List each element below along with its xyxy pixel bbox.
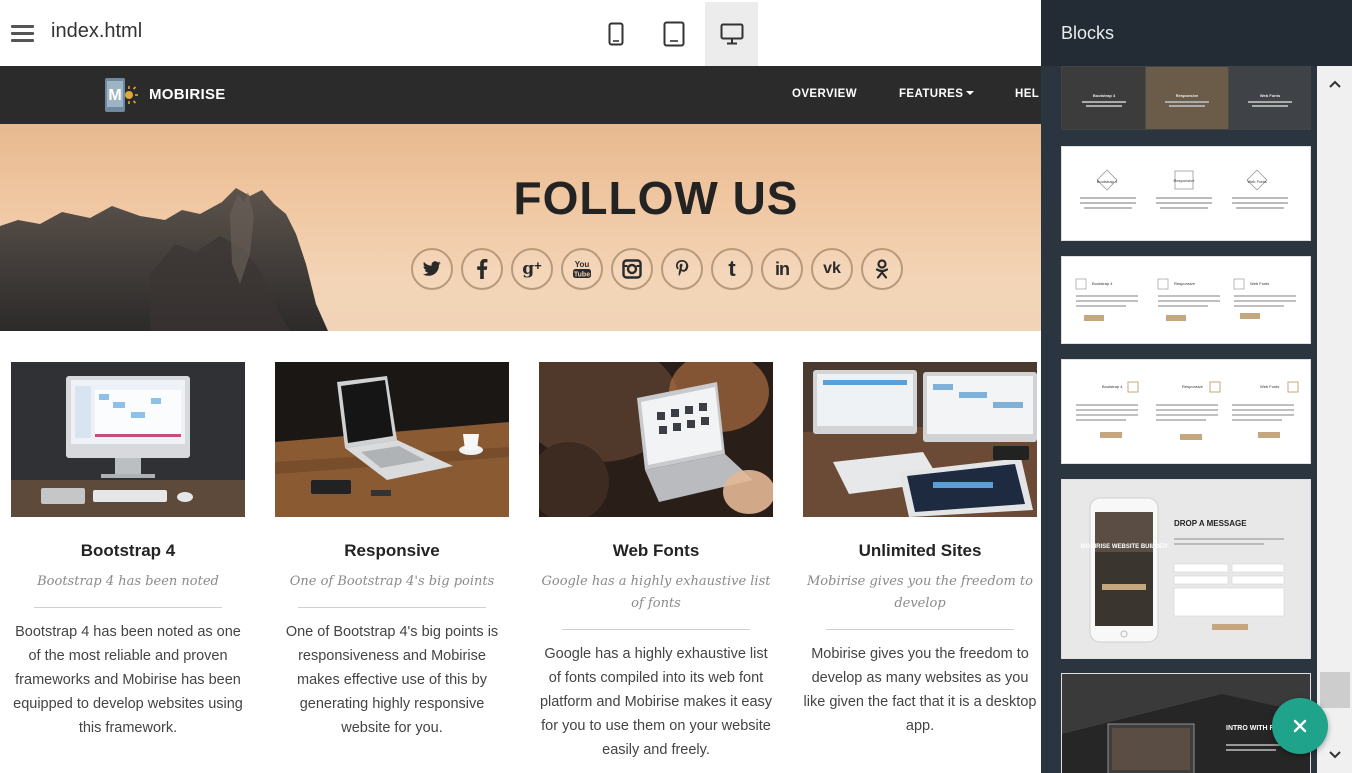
nav-features-label: FEATURES (899, 88, 964, 100)
caret-down-icon (966, 91, 975, 95)
page-filename: index.html (51, 20, 143, 42)
webfonts-photo (539, 362, 773, 517)
block-thumbnail[interactable]: Bootstrap 4 Responsive Web Fonts (1061, 66, 1311, 130)
feature-card: Unlimited Sites Mobirise gives you the f… (803, 362, 1037, 738)
svg-text:Web Fonts: Web Fonts (1260, 93, 1281, 98)
feature-title: Web Fonts (612, 541, 700, 560)
svg-text:Responsive: Responsive (1176, 93, 1199, 98)
svg-text:Bootstrap 4: Bootstrap 4 (1092, 281, 1113, 286)
feature-title: Unlimited Sites (858, 541, 982, 560)
feature-subtitle: One of Bootstrap 4's big points (289, 574, 495, 589)
twitter-icon[interactable] (411, 248, 453, 290)
mountain-silhouette (0, 188, 328, 331)
feature-body: Google has a highly exhaustive list of f… (539, 646, 773, 758)
devices-photo (803, 362, 1037, 517)
nav-features[interactable]: FEATURES (899, 88, 975, 100)
scroll-up-icon[interactable] (1317, 66, 1352, 102)
mobile-view-button[interactable] (589, 2, 642, 66)
svg-text:Tube: Tube (574, 272, 590, 279)
feature-subtitle: Google has a highly exhaustive list of f… (541, 574, 771, 611)
tumblr-icon[interactable]: t (711, 248, 753, 290)
block-thumbnail-list: Bootstrap 4 Responsive Web Fonts Bootstr… (1061, 66, 1311, 773)
close-blocks-button[interactable] (1272, 698, 1328, 754)
laptop-photo (275, 362, 509, 517)
instagram-icon[interactable] (611, 248, 653, 290)
feature-subtitle: Bootstrap 4 has been noted (37, 574, 219, 589)
social-links: g + You Tube t in vk (411, 248, 903, 290)
svg-text:Bootstrap 4: Bootstrap 4 (1093, 93, 1116, 98)
feature-body: Bootstrap 4 has been noted as one of the… (13, 624, 243, 736)
feature-card: Web Fonts Google has a highly exhaustive… (539, 362, 773, 762)
blocks-panel-header: Blocks (1041, 0, 1352, 66)
feature-subtitle: Mobirise gives you the freedom to develo… (807, 574, 1033, 611)
hero-section: FOLLOW US g + You Tube t in vk (0, 124, 1041, 331)
app-window: index.html M MOBIRISE OVERVIEW FEATURES … (0, 0, 1352, 773)
nav-help[interactable]: HEL (1015, 88, 1039, 100)
feature-title: Bootstrap 4 (80, 541, 176, 560)
svg-text:Bootstrap 4: Bootstrap 4 (1102, 384, 1123, 389)
divider (298, 607, 486, 608)
blocks-panel-title: Blocks (1061, 23, 1115, 43)
svg-text:Web Fonts: Web Fonts (1247, 179, 1266, 184)
block-thumbnail[interactable]: Bootstrap 4 Responsive Web Fonts (1061, 256, 1311, 344)
blocks-panel: Blocks Bootstrap 4 Responsive Web Fonts (1041, 0, 1352, 773)
block-thumbnail[interactable]: Bootstrap 4 Responsive Web Fonts (1061, 146, 1311, 241)
hero-title: FOLLOW US (513, 172, 799, 224)
svg-text:M: M (108, 87, 121, 104)
pinterest-icon[interactable] (661, 248, 703, 290)
youtube-icon[interactable]: You Tube (561, 248, 603, 290)
feature-body: One of Bootstrap 4's big points is respo… (285, 624, 499, 736)
hamburger-icon[interactable] (11, 25, 35, 43)
site-navbar: M MOBIRISE OVERVIEW FEATURES HEL (0, 66, 1041, 124)
svg-text:DROP A MESSAGE: DROP A MESSAGE (1174, 519, 1247, 528)
desktop-icon (720, 23, 743, 45)
block-thumbnail[interactable]: Bootstrap 4 Responsive Web Fonts (1061, 359, 1311, 464)
svg-text:Responsive: Responsive (1174, 178, 1196, 183)
close-icon (1293, 719, 1307, 733)
tablet-view-button[interactable] (647, 2, 700, 66)
feature-card: Bootstrap 4 Bootstrap 4 has been noted B… (11, 362, 245, 740)
divider (562, 629, 750, 630)
facebook-icon[interactable] (461, 248, 503, 290)
google-plus-icon[interactable]: g + (511, 248, 553, 290)
blocks-scrollbar[interactable] (1317, 66, 1352, 773)
top-toolbar: index.html (0, 0, 1041, 66)
svg-text:Web Fonts: Web Fonts (1260, 384, 1279, 389)
svg-text:Web Fonts: Web Fonts (1250, 281, 1269, 286)
block-thumbnail[interactable]: MOBIRISE WEBSITE BUILDER DROP A MESSAGE (1061, 479, 1311, 659)
page-preview: M MOBIRISE OVERVIEW FEATURES HEL FOLLOW … (0, 66, 1041, 773)
imac-photo (11, 362, 245, 517)
feature-body: Mobirise gives you the freedom to develo… (803, 646, 1037, 734)
vk-icon[interactable]: vk (811, 248, 853, 290)
mobirise-logo[interactable]: M (103, 77, 139, 113)
linkedin-icon[interactable]: in (761, 248, 803, 290)
feature-card: Responsive One of Bootstrap 4's big poin… (275, 362, 509, 740)
svg-text:Bootstrap 4: Bootstrap 4 (1097, 179, 1118, 184)
svg-text:Responsive: Responsive (1182, 384, 1204, 389)
odnoklassniki-icon[interactable] (861, 248, 903, 290)
brand-name[interactable]: MOBIRISE (149, 86, 226, 103)
scrollbar-thumb[interactable] (1320, 672, 1350, 708)
svg-text:MOBIRISE WEBSITE BUILDER: MOBIRISE WEBSITE BUILDER (1080, 544, 1168, 550)
feature-title: Responsive (344, 541, 440, 560)
nav-overview[interactable]: OVERVIEW (792, 88, 857, 100)
tablet-icon (663, 21, 684, 47)
svg-text:Responsive: Responsive (1174, 281, 1196, 286)
svg-text:You: You (575, 260, 590, 269)
desktop-view-button[interactable] (705, 2, 758, 66)
phone-icon (608, 22, 623, 46)
divider (826, 629, 1014, 630)
divider (34, 607, 222, 608)
